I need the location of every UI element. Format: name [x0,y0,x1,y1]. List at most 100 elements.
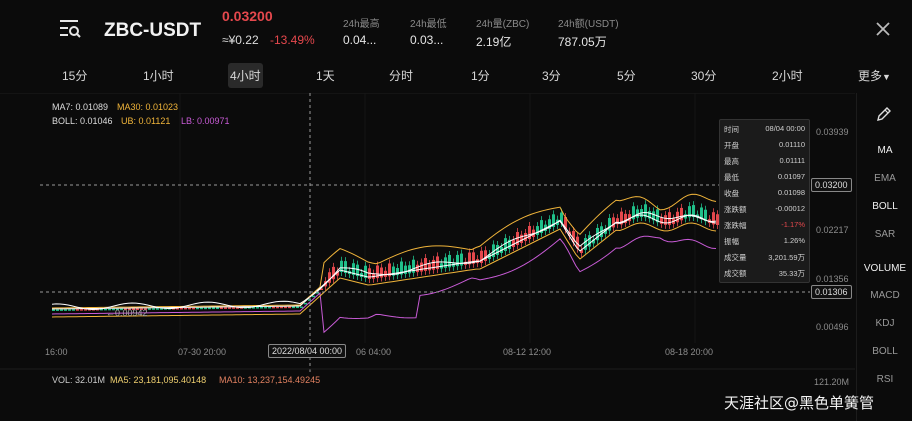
indicator-kdj[interactable]: KDJ [857,318,912,329]
y-label: 0.01356 [816,274,849,284]
crosshair-price-label: 0.03200 [811,178,852,192]
tooltip-key: 最低 [724,173,739,182]
interval-3m[interactable]: 3分 [542,67,561,84]
candle [68,309,71,311]
candle [484,250,487,261]
candle [56,309,59,311]
watermark: 天涯社区@黑色单簧管 [724,394,875,412]
x-label: 06 04:00 [356,347,392,357]
y-label: 0.03939 [816,127,849,137]
candle [196,307,199,310]
legend-ub: UB: 0.01121 [121,116,171,126]
candle [408,265,411,274]
tooltip-value: 0.01097 [777,172,805,181]
indicator-lines [51,193,717,334]
interval-5m[interactable]: 5分 [617,67,636,84]
candle [208,307,211,310]
candle [384,270,387,277]
x-label: 08-18 20:00 [665,347,714,357]
candle [80,309,83,311]
tooltip-key: 最高 [724,157,739,166]
y-label: 0.00496 [816,322,849,332]
candle [588,235,591,247]
stat-value-volume: 2.19亿 [476,35,512,49]
candle [420,262,423,272]
indicator-ema[interactable]: EMA [857,173,912,184]
candle [276,306,279,309]
pair-title[interactable]: ZBC-USDT [104,20,201,42]
candle [220,307,223,309]
tooltip-value: 0.01110 [779,140,805,149]
candle [152,308,155,310]
boll-mid-line [51,214,717,310]
indicator-boll[interactable]: BOLL [857,201,912,212]
min-price-label: 0.00942 [115,308,148,318]
indicator-panel: MA EMA BOLL SAR VOLUME MACD KDJ BOLL RSI [856,93,912,421]
indicator-ma[interactable]: MA [857,145,912,156]
stat-value-high: 0.04... [343,33,377,47]
tooltip-key: 成交量 [724,253,747,262]
stat-label-volume: 24h量(ZBC) [476,19,530,30]
interval-1m[interactable]: 1分 [471,67,490,84]
indicator-volume[interactable]: VOLUME [857,263,912,274]
candle [304,302,307,305]
boll-lower-line [51,235,717,334]
candle [520,234,523,243]
tooltip-key: 成交额 [724,269,747,278]
volume-legend: VOL: 32.01M [52,375,106,385]
candle [272,306,275,309]
close-icon[interactable] [870,16,896,42]
candle [52,309,55,311]
interval-30m[interactable]: 30分 [691,67,716,84]
indicator-sar[interactable]: SAR [857,229,912,240]
indicator-rsi[interactable]: RSI [857,374,912,385]
stat-label-low: 24h最低 [410,19,447,30]
candle [428,263,431,271]
more-intervals-button[interactable]: 更多▼ [858,67,891,84]
interval-4h[interactable]: 4小时 [228,63,263,88]
x-label: 16:00 [45,347,68,357]
candle [292,306,295,309]
pencil-icon[interactable] [875,105,893,127]
candle [432,259,435,270]
legend-lb: LB: 0.00971 [181,116,230,126]
candle [284,306,287,309]
stat-value-turnover: 787.05万 [558,35,607,49]
tooltip-value: 08/04 00:00 [765,124,805,133]
candle [264,306,267,309]
candle [312,295,315,298]
caret-down-icon: ▼ [882,72,891,82]
last-price-label: 0.01306 [811,285,852,299]
candle [612,217,615,228]
legend-ma7: MA7: 0.01089 [52,102,109,112]
indicator-boll-sub[interactable]: BOLL [857,346,912,357]
legend-ma30: MA30: 0.01023 [117,102,179,112]
tooltip-key: 涨跌额 [724,205,747,214]
interval-2h[interactable]: 2小时 [772,67,803,84]
menu-search-icon[interactable] [58,18,82,40]
volume-max-label: 121.20M [814,377,850,387]
interval-1h[interactable]: 1小时 [143,67,174,84]
candle [200,307,203,310]
candle [216,307,219,310]
candles [52,200,719,311]
candle [72,309,75,311]
candle [180,307,183,310]
candle [192,307,195,310]
interval-15m[interactable]: 15分 [62,67,87,84]
candle [156,308,159,310]
x-label: 08-12 12:00 [503,347,552,357]
candle [664,215,667,225]
candle [232,307,235,309]
tooltip-key: 开盘 [724,141,739,150]
candle [380,267,383,278]
volume-ma10-legend: MA10: 13,237,154.49245 [219,375,321,385]
candle [280,306,283,309]
indicator-macd[interactable]: MACD [857,290,912,301]
interval-1d[interactable]: 1天 [316,67,335,84]
stat-label-high: 24h最高 [343,19,380,30]
y-label: 0.02217 [816,225,849,235]
tooltip-value: 0.01111 [779,156,805,165]
interval-timeline[interactable]: 分时 [389,67,413,84]
candle [228,307,231,309]
